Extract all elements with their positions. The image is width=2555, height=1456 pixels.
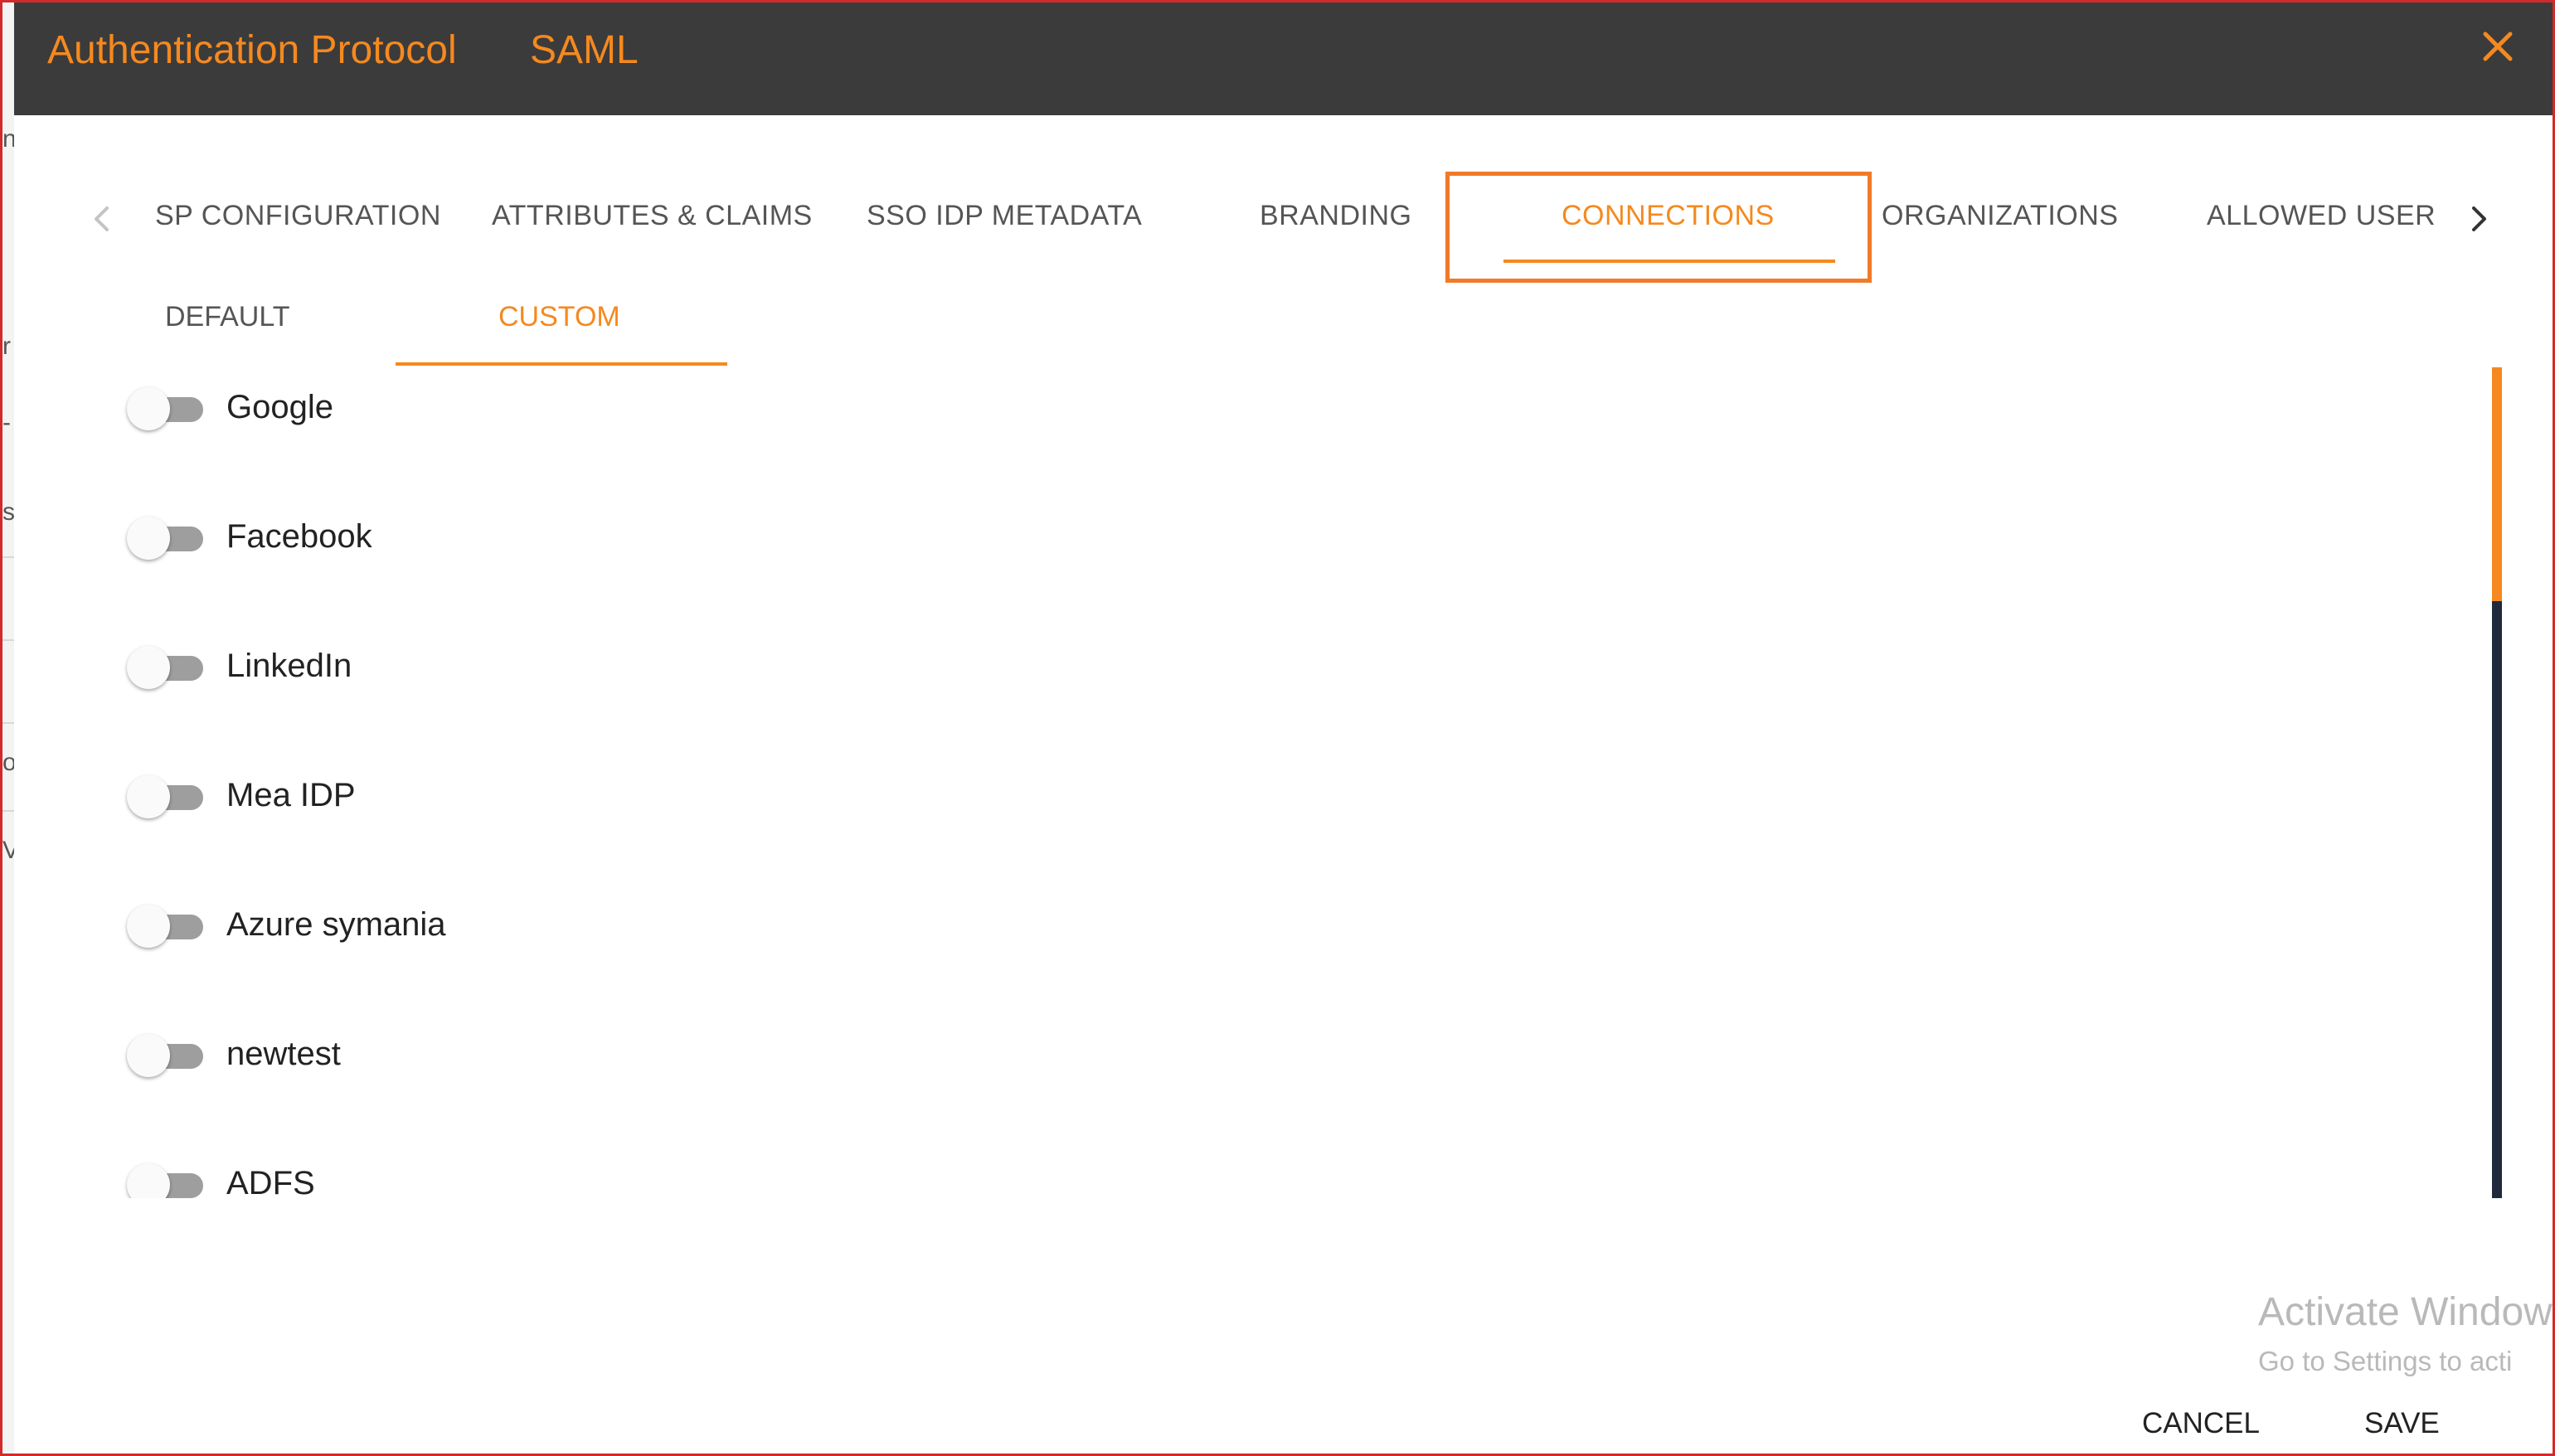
dialog-title: Authentication Protocol [47,28,457,72]
chevron-left-icon[interactable] [85,198,119,240]
connection-item: Mea IDP [127,755,790,822]
connection-toggle[interactable] [127,1160,210,1198]
connection-toggle[interactable] [127,513,210,563]
connection-type-tabs: DEFAULT CUSTOM [14,284,2553,367]
connection-label: Facebook [226,518,372,555]
close-icon[interactable] [2477,26,2519,67]
connection-item: newtest [127,1014,790,1080]
connection-item: Facebook [127,497,790,563]
background-divider [2,722,14,724]
authentication-protocol-dialog: Authentication Protocol SAML SP CONFIGUR… [14,2,2553,1454]
active-subtab-indicator [396,362,727,366]
connection-label: Azure symania [226,906,446,943]
connection-toggle[interactable] [127,384,210,434]
dialog-header: Authentication Protocol SAML [14,2,2553,115]
connection-toggle[interactable] [127,1031,210,1080]
background-divider [2,556,14,558]
background-text: r [2,332,11,360]
tab-sp-configuration[interactable]: SP CONFIGURATION [155,200,441,232]
connections-list: Google Facebook LinkedIn Mea IDP Azure s… [14,367,2469,1198]
tab-highlight-box [1445,172,1872,283]
connection-item: Google [127,367,790,434]
connection-item: Azure symania [127,885,790,951]
connection-toggle[interactable] [127,643,210,692]
chevron-right-icon[interactable] [2462,198,2495,240]
tab-sso-idp-metadata[interactable]: SSO IDP METADATA [867,200,1142,232]
tab-allowed-user[interactable]: ALLOWED USER [2207,200,2436,232]
connection-toggle[interactable] [127,772,210,822]
activate-windows-hint: Go to Settings to acti [2258,1346,2513,1376]
tab-organizations[interactable]: ORGANIZATIONS [1882,200,2118,232]
list-scrollbar-thumb[interactable] [2492,367,2502,601]
connection-toggle[interactable] [127,901,210,951]
connection-label: Mea IDP [226,777,356,813]
tab-bar: SP CONFIGURATION ATTRIBUTES & CLAIMS SSO… [14,168,2553,283]
activate-windows-watermark: Activate Window [2258,1290,2553,1334]
cancel-button[interactable]: CANCEL [2142,1407,2260,1440]
subtab-default[interactable]: DEFAULT [165,301,290,333]
save-button[interactable]: SAVE [2364,1407,2440,1440]
background-text: s [2,498,15,526]
connection-item: ADFS [127,1143,790,1198]
connection-label: Google [226,389,333,425]
background-divider [2,639,14,641]
connection-label: newtest [226,1036,341,1072]
tab-attributes-claims[interactable]: ATTRIBUTES & CLAIMS [492,200,813,232]
connection-label: LinkedIn [226,648,352,684]
connection-label: ADFS [226,1165,315,1198]
subtab-custom[interactable]: CUSTOM [498,301,620,333]
screenshot-frame: n r - s o V Authentication Protocol SAML [0,0,2555,1456]
background-text: - [2,409,11,436]
background-divider [2,810,14,812]
background-page: n r - s o V [2,2,19,1454]
connection-item: LinkedIn [127,626,790,692]
tab-branding[interactable]: BRANDING [1260,200,1411,232]
protocol-name: SAML [530,28,639,72]
